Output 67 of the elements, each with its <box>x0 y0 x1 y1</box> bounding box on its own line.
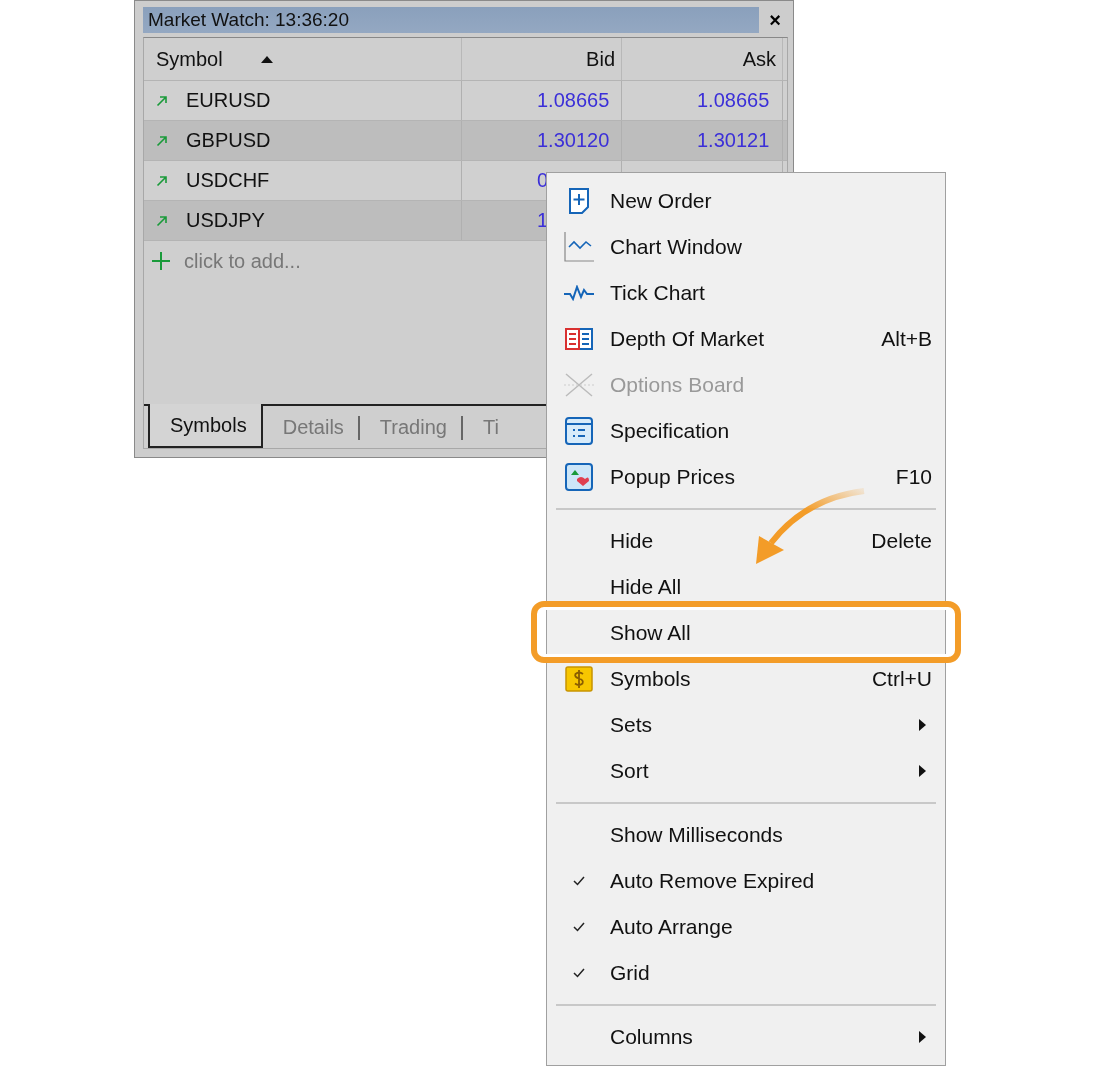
column-title: Ask <box>742 47 776 71</box>
close-button[interactable]: × <box>767 8 783 32</box>
menu-item[interactable]: New Order <box>548 178 944 224</box>
shortcut-label: Ctrl+U <box>871 667 932 691</box>
bid-price: 1 <box>537 209 549 232</box>
shortcut-label: Alt+B <box>881 327 932 351</box>
up-arrow-icon <box>156 174 168 187</box>
menu-item[interactable]: Sort <box>548 748 944 794</box>
menu-item[interactable]: Sets <box>548 702 944 748</box>
new-order-icon <box>568 188 590 214</box>
menu-item[interactable]: Auto Arrange <box>548 904 944 950</box>
shortcut-label: F10 <box>895 465 932 489</box>
menu-item-label: Show All <box>610 621 692 645</box>
menu-item-label: Show Milliseconds <box>610 823 784 847</box>
window-title: Market Watch: 13:36:20 <box>148 9 349 31</box>
bid-price: 1.30120 <box>537 129 610 152</box>
menu-item[interactable]: Show All <box>548 610 944 656</box>
menu-item-label: Auto Arrange <box>610 915 734 939</box>
menu-item[interactable]: Popup Prices F10 <box>548 454 944 500</box>
menu-item-label: Chart Window <box>610 235 743 259</box>
symbol-name: USDJPY <box>186 209 265 232</box>
up-arrow-icon <box>156 214 168 227</box>
menu-item-label: Sort <box>610 759 650 783</box>
menu-item-label: Hide <box>610 529 655 553</box>
menu-item-label: Tick Chart <box>610 281 706 305</box>
menu-item-label: Specification <box>610 419 731 443</box>
up-arrow-icon <box>156 94 168 107</box>
menu-item[interactable]: Hide All <box>548 564 944 610</box>
menu-item-label: Grid <box>610 961 651 985</box>
symbol-name: USDCHF <box>186 169 270 192</box>
plus-icon <box>152 252 170 270</box>
menu-item-label: Hide All <box>610 575 683 599</box>
menu-item-label: Columns <box>610 1025 694 1049</box>
symbol-name: GBPUSD <box>186 129 271 152</box>
menu-item[interactable]: Tick Chart <box>548 270 944 316</box>
menu-item-label: Symbols <box>610 667 692 691</box>
menu-item-label: Options Board <box>610 373 746 397</box>
column-title: Symbol <box>156 47 223 71</box>
menu-item[interactable]: Chart Window <box>548 224 944 270</box>
menu-item[interactable]: Specification <box>548 408 944 454</box>
options-board-icon <box>564 372 594 398</box>
depth-of-market-icon <box>565 328 593 350</box>
menu-item-label: Depth Of Market <box>610 327 766 351</box>
dollar-icon <box>565 666 593 692</box>
menu-item[interactable]: Symbols Ctrl+U <box>548 656 944 702</box>
symbol-name: EURUSD <box>186 89 271 112</box>
menu-item[interactable]: Grid <box>548 950 944 996</box>
up-arrow-icon <box>156 134 168 147</box>
menu-item[interactable]: Columns <box>548 1014 944 1060</box>
shortcut-label: Delete <box>871 529 932 553</box>
list-document-icon <box>565 417 593 445</box>
menu-item-label: New Order <box>610 189 713 213</box>
menu-item-label: Auto Remove Expired <box>610 869 816 893</box>
menu-item[interactable]: Show Milliseconds <box>548 812 944 858</box>
menu-item[interactable]: Hide Delete <box>548 518 944 564</box>
menu-item-label: Sets <box>610 713 654 737</box>
line-chart-icon <box>564 232 594 262</box>
ask-price: 1.08665 <box>697 89 770 112</box>
ask-price: 1.30121 <box>697 129 770 152</box>
menu-item[interactable]: Depth Of Market Alt+B <box>548 316 944 362</box>
menu-item-label: Popup Prices <box>610 465 736 489</box>
column-title: Bid <box>586 47 615 71</box>
menu-item[interactable]: Auto Remove Expired <box>548 858 944 904</box>
tab[interactable]: Symbols <box>148 404 263 448</box>
bid-price: 1.08665 <box>537 89 610 112</box>
popup-prices-icon <box>565 463 593 491</box>
tick-chart-icon <box>564 285 594 301</box>
